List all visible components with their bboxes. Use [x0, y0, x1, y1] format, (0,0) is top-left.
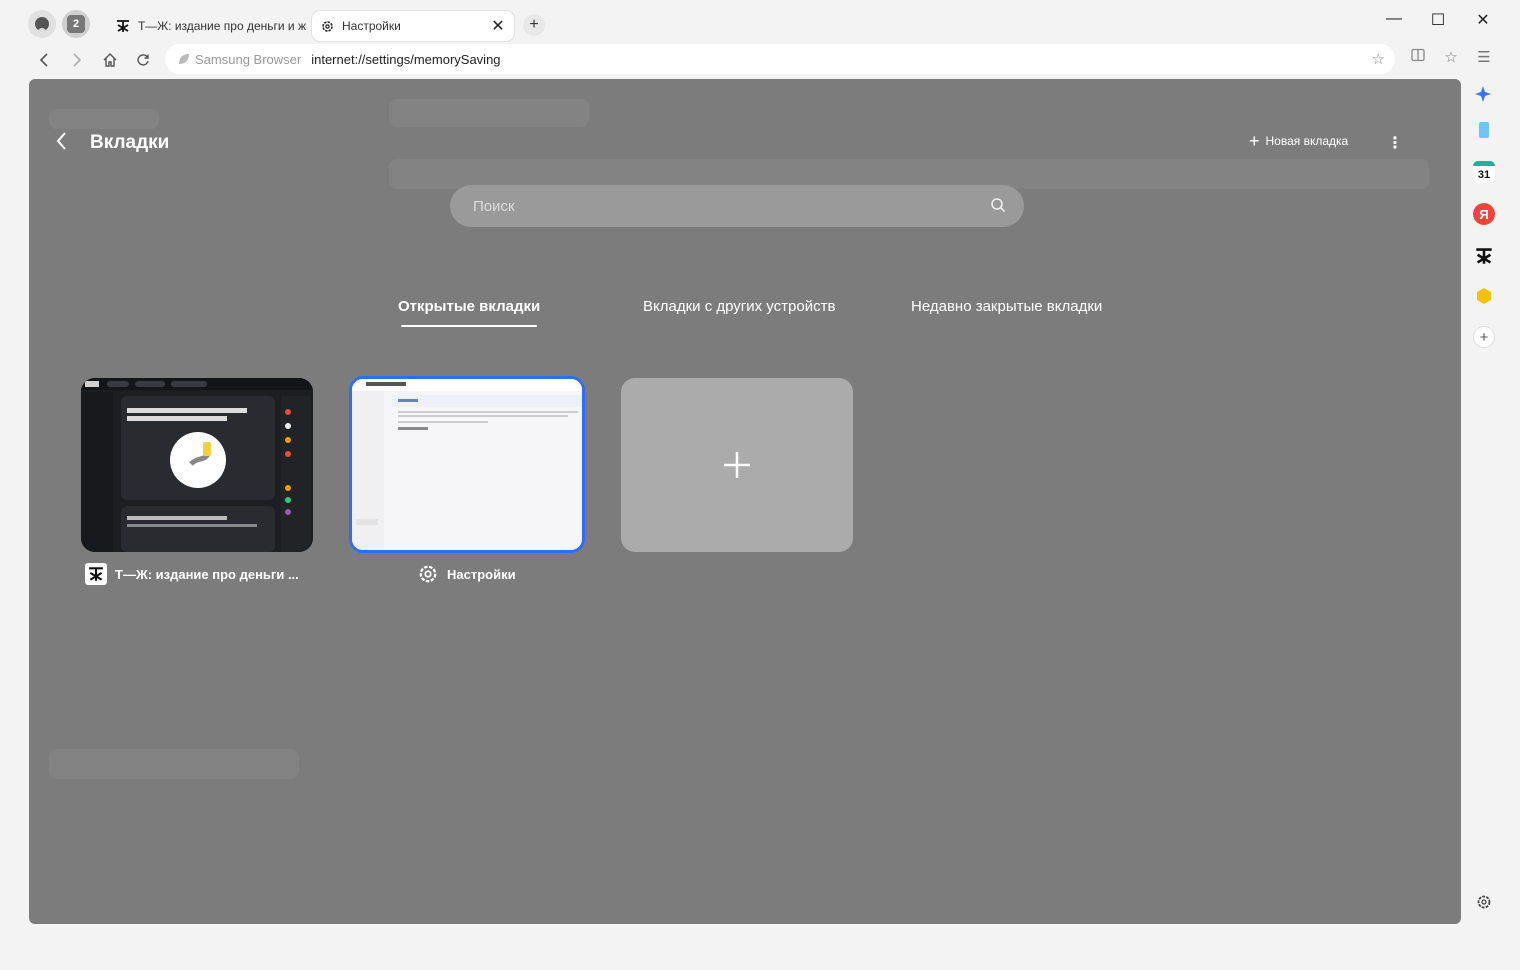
new-tab-label: Новая вкладка	[1265, 134, 1349, 148]
close-window-button[interactable]: ✕	[1463, 10, 1503, 30]
tab-card-caption: Т—Ж: издание про деньги ...	[85, 563, 299, 585]
search-placeholder: Поиск	[473, 197, 515, 215]
close-tab-icon[interactable]: ✕	[488, 16, 508, 36]
tab-recently-closed[interactable]: Недавно закрытые вкладки	[911, 298, 1102, 315]
add-sidebar-app-button[interactable]: +	[1472, 325, 1496, 349]
browser-tab-title: Настройки	[342, 19, 401, 33]
secure-leaf-icon	[177, 52, 191, 66]
calendar-icon[interactable]: 31	[1472, 160, 1496, 184]
tab-count-badge: 2	[67, 15, 85, 33]
page-title: Вкладки	[90, 132, 170, 153]
yandex-letter: Я	[1473, 203, 1495, 225]
background-page	[49, 109, 159, 129]
gear-icon	[320, 19, 334, 33]
tzh-logo-icon	[116, 19, 130, 33]
tab-card-tzh[interactable]	[81, 378, 313, 552]
search-icon[interactable]	[990, 197, 1006, 213]
add-tab-card[interactable]	[621, 378, 853, 552]
menu-icon[interactable]: ☰	[1473, 48, 1495, 66]
tab-card-title: Т—Ж: издание про деньги ...	[115, 566, 299, 582]
search-input[interactable]: Поиск	[450, 185, 1024, 227]
back-arrow-icon[interactable]	[55, 131, 67, 157]
calendar-day: 31	[1473, 161, 1495, 183]
tab-open-tabs[interactable]: Открытые вкладки	[398, 298, 541, 327]
tab-label: Открытые вкладки	[398, 298, 541, 315]
tab-card-caption: Настройки	[417, 563, 516, 585]
page-thumbnail	[352, 379, 582, 550]
sidebar-settings-gear-icon[interactable]	[1472, 890, 1496, 914]
tzh-logo-icon	[85, 563, 107, 585]
address-brand: Samsung Browser	[195, 51, 302, 67]
background-page	[49, 749, 299, 779]
tzh-logo-icon[interactable]	[1472, 244, 1496, 268]
browser-tab-title: Т—Ж: издание про деньги и ж	[138, 19, 306, 33]
tab-label: Недавно закрытые вкладки	[911, 298, 1103, 315]
new-tab-action[interactable]: + Новая вкладка	[1249, 131, 1349, 151]
split-view-icon[interactable]	[1407, 48, 1429, 66]
hexagon-app-icon[interactable]	[1472, 284, 1496, 308]
user-icon	[35, 17, 49, 31]
plus-icon: +	[1249, 131, 1260, 151]
ai-sparkle-icon[interactable]	[1472, 82, 1496, 106]
url-text[interactable]: internet://settings/memorySaving	[311, 52, 500, 67]
background-page	[389, 99, 589, 127]
tab-card-settings[interactable]	[349, 376, 585, 553]
tab-label: Вкладки с других устройств	[643, 298, 836, 315]
browser-tab-settings[interactable]: Настройки ✕	[312, 11, 514, 41]
bookmark-star-icon[interactable]: ☆	[1372, 50, 1385, 68]
reload-icon[interactable]	[131, 48, 155, 72]
tab-card-title: Настройки	[447, 566, 516, 582]
profile-button[interactable]	[28, 10, 56, 38]
tab-count-button[interactable]: 2	[62, 10, 90, 38]
browser-tab-tzh[interactable]: Т—Ж: издание про деньги и ж	[104, 11, 309, 41]
forward-icon[interactable]	[65, 48, 89, 72]
bookmarks-icon[interactable]: ☆	[1440, 48, 1462, 66]
phone-icon[interactable]	[1472, 118, 1496, 142]
minimize-button[interactable]: —	[1374, 10, 1414, 28]
yandex-icon[interactable]: Я	[1472, 202, 1496, 226]
tab-manager-overlay: Вкладки + Новая вкладка ⋮ Поиск Открытые…	[29, 79, 1461, 924]
address-bar[interactable]: Samsung Browser internet://settings/memo…	[165, 44, 1395, 74]
active-tab-underline	[401, 325, 538, 327]
back-icon[interactable]	[32, 48, 56, 72]
maximize-button[interactable]: ☐	[1418, 10, 1458, 30]
new-tab-button[interactable]: +	[523, 14, 545, 36]
toolbar: Samsung Browser internet://settings/memo…	[0, 44, 1520, 76]
title-bar: 2 Т—Ж: издание про деньги и ж Настройки …	[0, 0, 1520, 44]
page-thumbnail	[81, 378, 313, 552]
plus-icon	[724, 452, 750, 478]
home-icon[interactable]	[98, 48, 122, 72]
more-options-icon[interactable]: ⋮	[1387, 133, 1403, 153]
gear-icon	[417, 563, 439, 585]
tab-other-devices[interactable]: Вкладки с других устройств	[643, 298, 835, 315]
